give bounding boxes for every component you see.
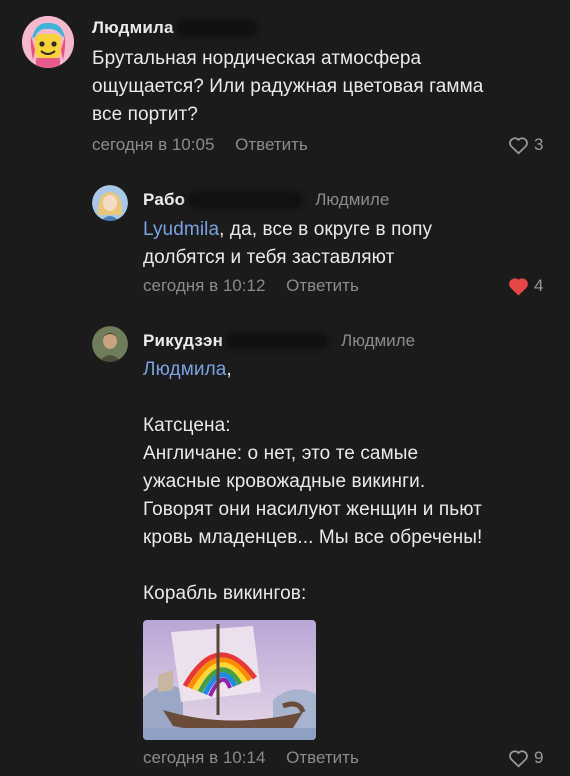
author-name[interactable]: Рабо — [143, 190, 185, 210]
comment-text-line: все портит? — [92, 104, 198, 125]
rainbow-viking-ship-image[interactable] — [143, 620, 316, 740]
comment-text-line: Корабль викингов: — [143, 583, 307, 604]
reply-to-label[interactable]: Людмиле — [341, 331, 415, 351]
like-button[interactable]: 3 — [508, 135, 543, 155]
comment-header: Людмила — [92, 18, 256, 38]
heart-icon — [508, 749, 529, 768]
reply-to-label[interactable]: Людмиле — [315, 190, 389, 210]
comment-text-line: кровь младенцев... Мы все обречены! — [143, 527, 483, 548]
heart-filled-icon — [508, 277, 529, 296]
redacted-name-part — [227, 334, 328, 348]
comment-text-line: Lyudmila, да, все в округе в попу — [143, 216, 432, 244]
mention-link[interactable]: Lyudmila — [143, 219, 219, 240]
like-count: 4 — [534, 276, 544, 295]
comment-text-fragment: , да, все в округе в попу — [219, 219, 433, 240]
comment-meta: сегодня в 10:14 Ответить — [143, 748, 359, 768]
comment-text: Брутальная нордическая атмосфера ощущает… — [92, 45, 483, 129]
author-name[interactable]: Рикудзэн — [143, 331, 223, 351]
comment-text-line: Людмила, — [143, 356, 482, 384]
comment-text-line: ужасные кровожадные викинги. — [143, 471, 426, 492]
author-name[interactable]: Людмила — [92, 18, 174, 38]
comment-text-line: Говорят они насилуют женщин и пьют — [143, 499, 482, 520]
reply-button[interactable]: Ответить — [235, 135, 308, 154]
comment-text-line: долбятся и тебя заставляют — [143, 247, 395, 268]
comment-header: Рикудзэн Людмиле — [143, 331, 415, 351]
reply-button[interactable]: Ответить — [286, 748, 359, 767]
like-count: 9 — [534, 748, 544, 767]
heart-icon — [508, 136, 529, 155]
reply-button[interactable]: Ответить — [286, 276, 359, 295]
comment-header: Рабо Людмиле — [143, 190, 389, 210]
lego-figure-avatar[interactable] — [22, 16, 74, 68]
comment-text-line: Англичане: о нет, это те самые — [143, 443, 419, 464]
like-count: 3 — [534, 135, 544, 154]
timestamp: сегодня в 10:05 — [92, 135, 215, 154]
comment-text-line: Катсцена: — [143, 415, 231, 436]
mention-link[interactable]: Людмила — [143, 359, 226, 380]
comment-meta: сегодня в 10:05 Ответить — [92, 135, 308, 155]
comment-text-fragment: , — [226, 359, 232, 380]
timestamp: сегодня в 10:14 — [143, 748, 266, 767]
comment-text-line: ощущается? Или радужная цветовая гамма — [92, 76, 484, 97]
comment-text: Lyudmila, да, все в округе в попу долбят… — [143, 216, 432, 272]
redacted-name-part — [189, 193, 302, 207]
comment-text: Людмила, Катсцена: Англичане: о нет, это… — [143, 356, 482, 608]
comment-meta: сегодня в 10:12 Ответить — [143, 276, 359, 296]
comment-text-line: Брутальная нордическая атмосфера — [92, 48, 422, 69]
redacted-name-part — [177, 21, 256, 35]
man-avatar[interactable] — [92, 326, 128, 362]
timestamp: сегодня в 10:12 — [143, 276, 266, 295]
girl-avatar[interactable] — [92, 185, 128, 221]
like-button[interactable]: 4 — [508, 276, 543, 296]
like-button[interactable]: 9 — [508, 748, 543, 768]
